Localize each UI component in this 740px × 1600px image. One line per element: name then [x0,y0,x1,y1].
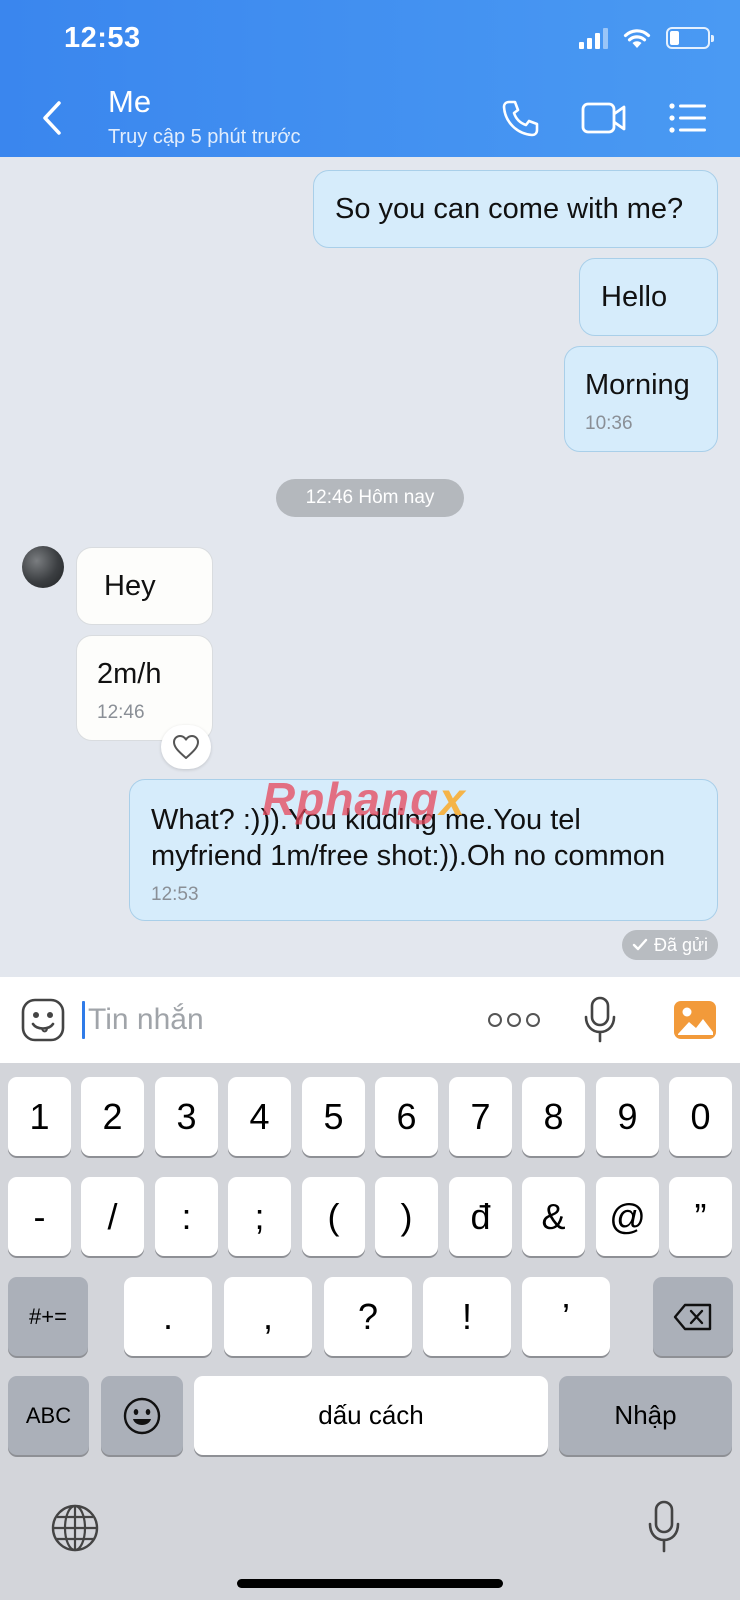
sticker-button[interactable] [20,997,66,1043]
key[interactable]: 2 [81,1077,144,1156]
key[interactable]: - [8,1177,71,1256]
key[interactable]: & [522,1177,585,1256]
chat-title-block[interactable]: Me Truy cập 5 phút trước [108,84,301,149]
key[interactable]: ’ [522,1277,610,1356]
key[interactable]: đ [449,1177,512,1256]
incoming-message[interactable]: Hey [76,547,213,625]
date-separator: 12:46 Hôm nay [276,479,464,517]
globe-key[interactable] [50,1503,100,1553]
watermark-logo: Rphangx [262,772,466,826]
dictation-key[interactable] [646,1499,682,1555]
message-text: Morning [585,369,690,401]
emoji-key[interactable] [101,1376,183,1455]
back-button[interactable] [34,96,70,140]
more-options-button[interactable] [488,1007,544,1033]
voice-call-button[interactable] [496,96,544,140]
react-button[interactable] [161,725,211,769]
key[interactable]: : [155,1177,218,1256]
check-icon [632,938,648,951]
battery-icon [666,27,714,49]
message-time: 12:53 [151,884,199,905]
status-icons [579,26,714,50]
key[interactable]: 9 [596,1077,659,1156]
return-key[interactable]: Nhập [559,1376,732,1455]
photo-button[interactable] [672,997,718,1043]
message-text: 2m/h [97,658,162,690]
key[interactable]: @ [596,1177,659,1256]
message-input[interactable] [88,995,448,1045]
sticker-icon [21,998,65,1042]
chat-name: Me [108,84,152,119]
key[interactable]: 6 [375,1077,438,1156]
backspace-icon [673,1303,712,1330]
message-composer [0,977,740,1063]
key[interactable]: 5 [302,1077,365,1156]
home-indicator[interactable] [237,1579,503,1588]
video-call-button[interactable] [578,96,630,140]
phone-icon [502,100,539,137]
key[interactable]: ) [375,1177,438,1256]
key[interactable]: 0 [669,1077,732,1156]
key[interactable]: 4 [228,1077,291,1156]
sent-status-badge: Đã gửi [622,930,718,960]
message-time: 12:46 [97,702,145,723]
outgoing-message[interactable]: So you can come with me? [313,170,718,248]
key[interactable]: / [81,1177,144,1256]
globe-icon [51,1504,99,1552]
text-caret [82,1001,85,1039]
key[interactable]: ? [324,1277,412,1356]
message-time: 10:36 [585,413,633,434]
voice-message-button[interactable] [582,995,618,1045]
avatar[interactable] [22,546,64,588]
emoji-icon [123,1397,161,1434]
abc-key[interactable]: ABC [8,1376,89,1455]
chat-header: 12:53 Me Truy cập 5 phút trước [0,0,740,157]
more-dot-icon [488,1013,502,1027]
options-menu-button[interactable] [664,96,712,140]
wifi-icon [623,29,651,48]
image-gallery-icon [674,1001,716,1039]
space-key[interactable]: dấu cách [194,1376,548,1455]
message-list[interactable]: So you can come with me? Hello Morning 1… [0,157,740,977]
watermark-accent: x [439,773,466,825]
outgoing-message[interactable]: Morning 10:36 [564,346,718,452]
key[interactable]: 1 [8,1077,71,1156]
key[interactable]: ; [228,1177,291,1256]
microphone-icon [584,996,616,1043]
key[interactable]: , [224,1277,312,1356]
message-text: So you can come with me? [335,193,684,225]
heart-icon [173,735,199,759]
sent-status-text: Đã gửi [653,934,709,955]
key[interactable]: 7 [449,1077,512,1156]
cellular-signal-icon [579,27,608,49]
list-menu-icon [669,103,706,133]
microphone-icon [648,1500,680,1553]
key[interactable]: ” [669,1177,732,1256]
more-dot-icon [507,1013,521,1027]
back-chevron-icon [43,101,61,135]
key[interactable]: 8 [522,1077,585,1156]
key[interactable]: . [124,1277,212,1356]
key[interactable]: 3 [155,1077,218,1156]
outgoing-message[interactable]: Hello [579,258,718,336]
message-text: Hello [601,281,668,313]
status-time: 12:53 [64,22,141,54]
message-text: Hey [104,570,156,602]
more-dot-icon [526,1013,540,1027]
last-seen-text: Truy cập 5 phút trước [108,126,301,148]
keyboard: 1 2 3 4 5 6 7 8 9 0 - / : ; ( ) đ & @ ” … [0,1063,740,1600]
backspace-key[interactable] [653,1277,733,1356]
video-call-icon [581,102,626,134]
symbols-key[interactable]: #+= [8,1277,88,1356]
key[interactable]: ( [302,1177,365,1256]
watermark-text: Rphang [262,773,440,825]
key[interactable]: ! [423,1277,511,1356]
